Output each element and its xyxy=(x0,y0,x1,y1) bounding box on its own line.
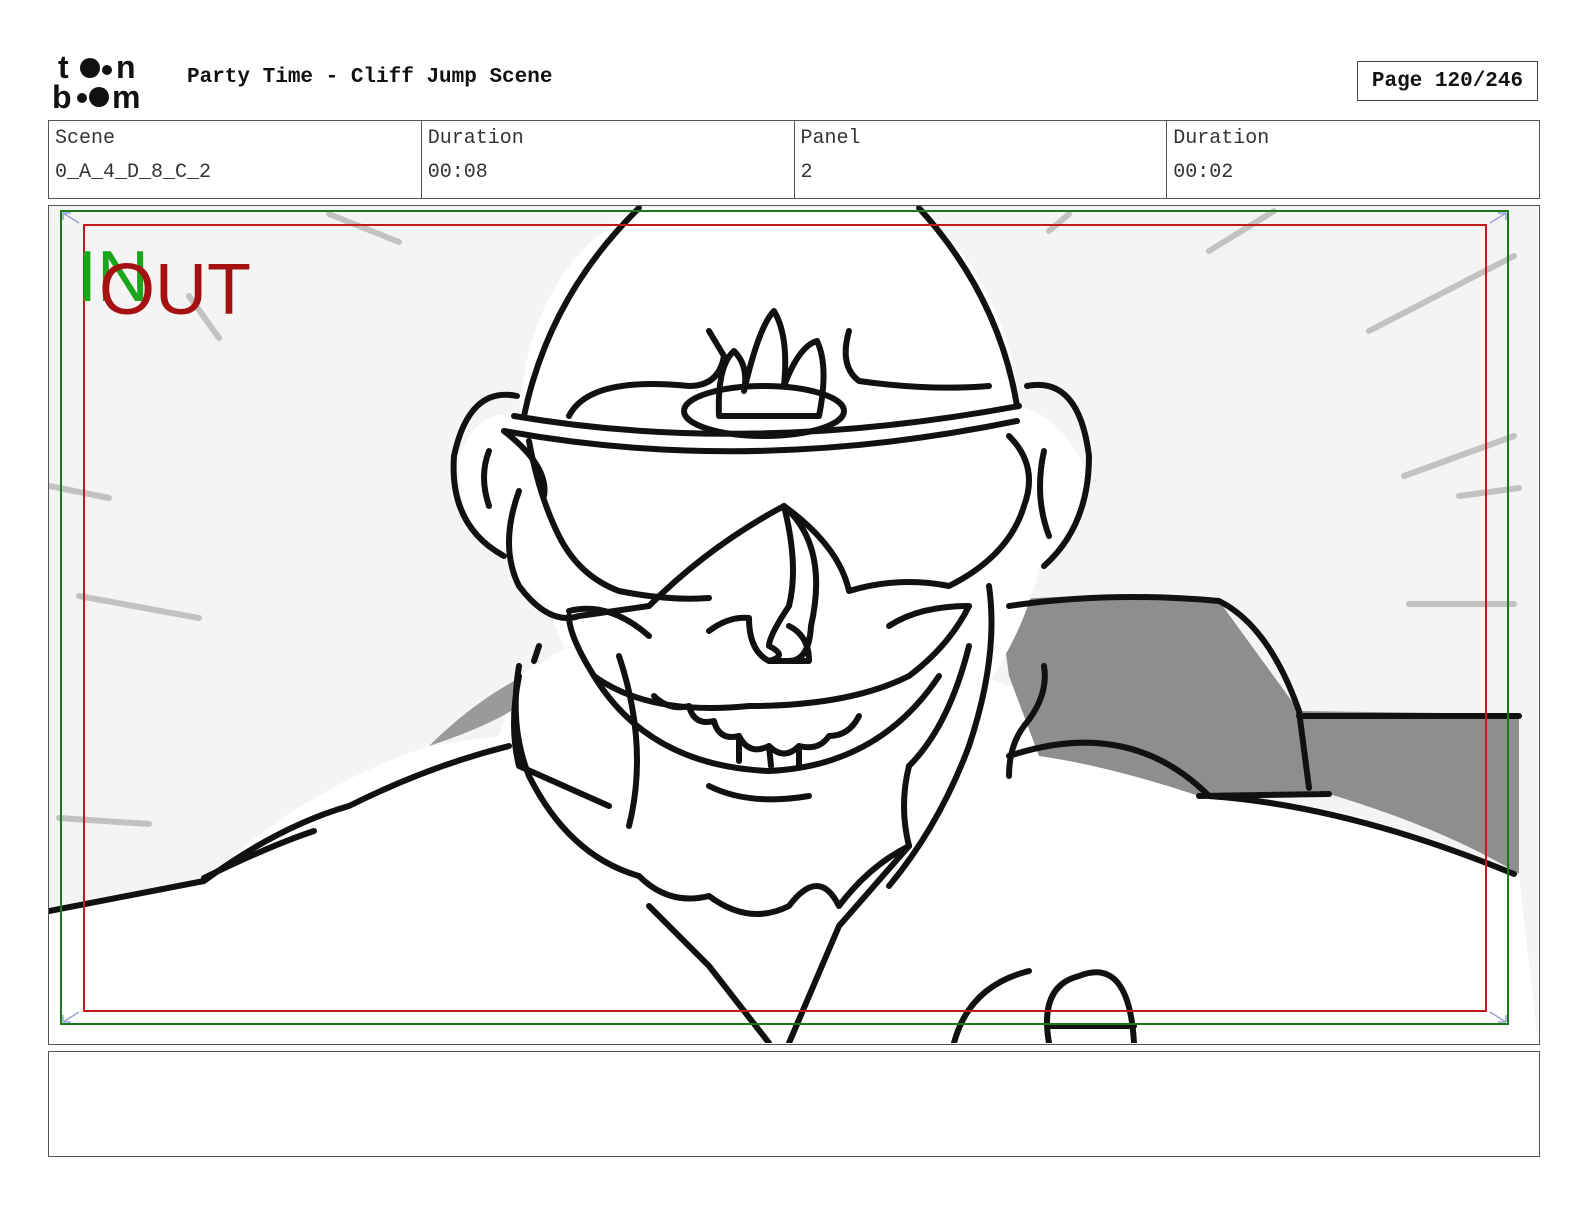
panel-drawing xyxy=(49,206,1538,1043)
scene-value: 0_A_4_D_8_C_2 xyxy=(55,161,212,184)
page-indicator: Page 120/246 xyxy=(1357,61,1538,101)
panel-label: Panel xyxy=(800,127,861,150)
scene-cell: Scene 0_A_4_D_8_C_2 xyxy=(49,121,422,198)
svg-text:b: b xyxy=(52,79,72,112)
scene-label: Scene xyxy=(55,127,116,150)
panel-duration-label: Duration xyxy=(1173,127,1270,150)
scene-info-table: Scene 0_A_4_D_8_C_2 Duration 00:08 Panel… xyxy=(48,120,1540,199)
panel-notes-box[interactable] xyxy=(48,1051,1540,1157)
panel-duration-cell: Duration 00:02 xyxy=(1167,121,1539,198)
panel-value: 2 xyxy=(800,161,813,184)
panel-cell: Panel 2 xyxy=(795,121,1168,198)
storyboard-panel: IN OUT xyxy=(48,205,1540,1045)
scene-duration-value: 00:08 xyxy=(427,161,488,184)
scene-duration-cell: Duration 00:08 xyxy=(422,121,795,198)
out-marker: OUT xyxy=(99,250,251,330)
svg-text:m: m xyxy=(112,79,140,112)
scene-duration-label: Duration xyxy=(427,127,524,150)
toon-boom-logo: t n b m xyxy=(52,50,140,112)
panel-duration-value: 00:02 xyxy=(1173,161,1234,184)
storyboard-title: Party Time - Cliff Jump Scene xyxy=(187,66,553,89)
